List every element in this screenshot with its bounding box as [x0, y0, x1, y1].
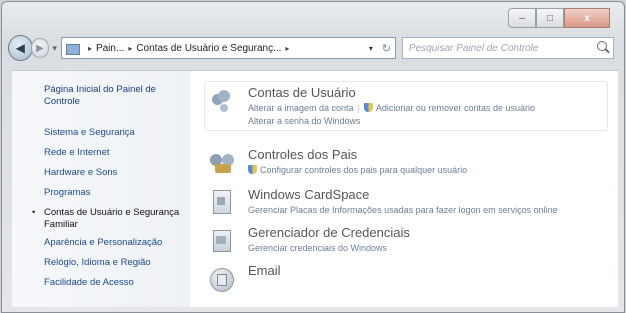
- sidebar-home-link[interactable]: Página Inicial do Painel de Controle: [44, 84, 184, 108]
- sidebar-item-sistema[interactable]: Sistema e Segurança: [44, 127, 189, 139]
- sidebar-item-relogio[interactable]: Relógio, Idioma e Região: [44, 257, 189, 269]
- sidebar: Página Inicial do Painel de Controle Sis…: [12, 71, 190, 307]
- recent-pages-dropdown[interactable]: ▾: [52, 43, 57, 54]
- forward-button[interactable]: ▶: [30, 38, 50, 58]
- category-links: Gerenciar Placas de Informações usadas p…: [248, 204, 558, 217]
- link-adicionar-remover[interactable]: Adicionar ou remover contas de usuário: [376, 103, 535, 113]
- breadcrumb-separator[interactable]: ▸: [128, 44, 132, 53]
- sidebar-item-programas[interactable]: Programas: [44, 187, 189, 199]
- link-gerenciar-credenciais[interactable]: Gerenciar credenciais do Windows: [248, 243, 387, 253]
- category-title-controles[interactable]: Controles dos Pais: [248, 147, 357, 162]
- category-links: Alterar a imagem da conta | Adicionar ou r…: [248, 102, 535, 128]
- refresh-icon[interactable]: ↻: [382, 42, 391, 55]
- link-alterar-senha[interactable]: Alterar a senha do Windows: [248, 116, 361, 126]
- breadcrumb-separator[interactable]: ▸: [88, 44, 92, 53]
- category-list: Contas de Usuário Alterar a imagem da co…: [204, 71, 614, 307]
- credentials-icon[interactable]: [210, 228, 234, 252]
- breadcrumb-separator[interactable]: ▸: [285, 44, 289, 53]
- forward-arrow-icon: ▶: [36, 42, 44, 54]
- sidebar-item-facilidade[interactable]: Facilidade de Acesso: [44, 277, 189, 289]
- sidebar-item-hardware[interactable]: Hardware e Sons: [44, 167, 189, 179]
- category-contas-usuario: Contas de Usuário Alterar a imagem da co…: [204, 81, 612, 131]
- link-divider: |: [357, 103, 360, 113]
- control-panel-folder-icon: [65, 42, 80, 55]
- link-alterar-imagem[interactable]: Alterar a imagem da conta: [248, 103, 354, 113]
- mail-icon[interactable]: [210, 266, 234, 292]
- category-title-contas[interactable]: Contas de Usuário: [248, 85, 356, 100]
- back-arrow-icon: ◀: [15, 41, 25, 55]
- address-dropdown-icon[interactable]: ▾: [369, 44, 373, 53]
- sidebar-list: Sistema e Segurança Rede e Internet Hard…: [32, 127, 189, 297]
- search-placeholder: Pesquisar Painel de Controle: [408, 42, 539, 54]
- navigation-bar: ◀ ▶ ▾ ▸ Pain... ▸ Contas de Usuário e Se…: [8, 35, 614, 61]
- uac-shield-icon: [363, 103, 373, 112]
- category-title-email[interactable]: Email: [248, 263, 281, 278]
- category-links: Configurar controles dos pais para qualq…: [248, 164, 467, 177]
- link-configurar-controles[interactable]: Configurar controles dos pais para qualq…: [260, 165, 467, 175]
- sidebar-item-contas[interactable]: Contas de Usuário e Segurança Familiar: [32, 207, 189, 231]
- maximize-button[interactable]: □: [536, 8, 564, 28]
- control-panel-window: – □ x ◀ ▶ ▾ ▸ Pain... ▸ Contas de Usuári…: [1, 1, 625, 313]
- search-icon[interactable]: [597, 41, 607, 51]
- family-icon[interactable]: [210, 150, 234, 174]
- sidebar-item-aparencia[interactable]: Aparência e Personalização: [44, 237, 189, 249]
- users-icon[interactable]: [210, 88, 234, 112]
- category-links: Gerenciar credenciais do Windows: [248, 242, 387, 255]
- search-input[interactable]: Pesquisar Painel de Controle: [401, 37, 614, 59]
- window-caption-buttons: – □ x: [508, 8, 610, 28]
- breadcrumb-item-contas[interactable]: Contas de Usuário e Seguranç...: [136, 43, 281, 54]
- sidebar-item-rede[interactable]: Rede e Internet: [44, 147, 189, 159]
- link-gerenciar-placas[interactable]: Gerenciar Placas de Informações usadas p…: [248, 205, 558, 215]
- uac-shield-icon: [248, 165, 257, 174]
- close-button[interactable]: x: [564, 8, 610, 28]
- category-title-cardspace[interactable]: Windows CardSpace: [248, 187, 369, 202]
- breadcrumb-item-painel[interactable]: Pain...: [96, 43, 124, 54]
- cardspace-icon[interactable]: [210, 190, 234, 214]
- category-title-credenciais[interactable]: Gerenciador de Credenciais: [248, 225, 410, 240]
- address-bar[interactable]: ▸ Pain... ▸ Contas de Usuário e Seguranç…: [60, 37, 396, 59]
- content-area: Página Inicial do Painel de Controle Sis…: [12, 70, 618, 307]
- back-button[interactable]: ◀: [8, 35, 33, 61]
- minimize-button[interactable]: –: [508, 8, 536, 28]
